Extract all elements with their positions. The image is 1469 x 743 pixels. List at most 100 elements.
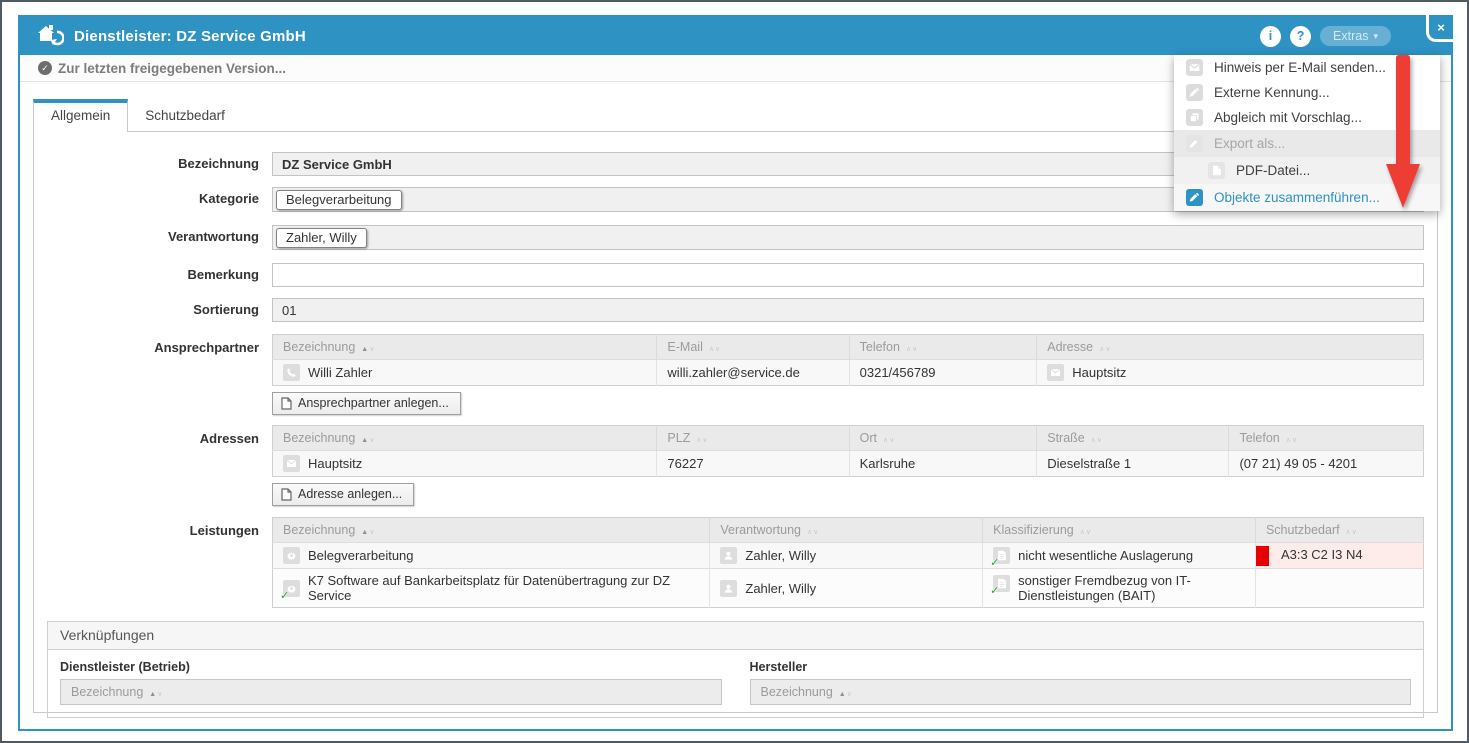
sort-icon: ∧∨ xyxy=(1080,529,1092,536)
chevron-down-icon: ▾ xyxy=(1373,31,1378,42)
col-verantwortung[interactable]: Verantwortung∧∨ xyxy=(710,518,983,543)
extras-dropdown-menu: Hinweis per E-Mail senden... Externe Ken… xyxy=(1174,55,1440,211)
col-ort[interactable]: Ort∧∨ xyxy=(849,426,1037,451)
tab-schutzbedarf[interactable]: Schutzbedarf xyxy=(128,100,242,132)
tab-allgemein[interactable]: Allgemein xyxy=(33,99,128,132)
sort-icon: ∧∨ xyxy=(1286,437,1298,444)
new-document-icon xyxy=(281,488,292,501)
classification-doc-icon: ✓ xyxy=(993,575,1010,592)
col-email[interactable]: E-Mail∧∨ xyxy=(657,335,849,360)
cell-schutzbedarf xyxy=(1255,569,1423,608)
menu-item-hinweis-email[interactable]: Hinweis per E-Mail senden... xyxy=(1174,55,1440,80)
sort-icon: ∧∨ xyxy=(1346,529,1358,536)
dienstleister-betrieb-label: Dienstleister (Betrieb) xyxy=(60,660,722,674)
sort-asc-icon: ▲∨ xyxy=(839,691,853,698)
pdf-icon xyxy=(1208,162,1225,179)
leistungen-label: Leistungen xyxy=(47,517,272,538)
cell-bezeichnung: K7 Software auf Bankarbeitsplatz für Dat… xyxy=(308,573,699,603)
adresse-anlegen-button[interactable]: Adresse anlegen... xyxy=(272,483,414,506)
sort-icon: ∧∨ xyxy=(1091,437,1103,444)
last-released-version-link[interactable]: Zur letzten freigegebenen Version... xyxy=(58,61,286,76)
table-row[interactable]: Belegverarbeitung Zahler, Willy ✓nicht w… xyxy=(273,543,1424,569)
col-telefon[interactable]: Telefon∧∨ xyxy=(849,335,1037,360)
dienstleister-betrieb-table-header[interactable]: Bezeichnung▲∨ xyxy=(60,679,722,705)
service-gear-icon xyxy=(283,547,300,564)
col-klassifizierung[interactable]: Klassifizierung∧∨ xyxy=(983,518,1256,543)
help-button[interactable]: ? xyxy=(1290,26,1311,47)
tab-content-panel: Bezeichnung Kategorie Belegverarbeitung … xyxy=(33,131,1438,713)
sort-asc-icon: ▲∨ xyxy=(361,529,375,536)
verknuepfungen-section: Verknüpfungen Dienstleister (Betrieb) Be… xyxy=(47,621,1424,718)
cell-verantwortung: Zahler, Willy xyxy=(745,581,816,596)
kategorie-label: Kategorie xyxy=(47,187,272,206)
adressen-label: Adressen xyxy=(47,425,272,446)
merge-edit-icon xyxy=(1186,189,1203,206)
close-icon: × xyxy=(1437,20,1445,35)
hersteller-table-header[interactable]: Bezeichnung▲∨ xyxy=(750,679,1412,705)
col-schutzbedarf[interactable]: Schutzbedarf∧∨ xyxy=(1255,518,1423,543)
copy-icon xyxy=(1186,109,1203,126)
new-document-icon xyxy=(281,397,292,410)
menu-item-externe-kennung[interactable]: Externe Kennung... xyxy=(1174,80,1440,105)
sort-asc-icon: ▲∨ xyxy=(149,691,163,698)
version-check-icon: ✓ xyxy=(38,61,52,75)
close-button[interactable]: × xyxy=(1426,15,1453,42)
cell-telefon: 0321/456789 xyxy=(849,360,1037,386)
cell-ort: Karlsruhe xyxy=(849,451,1037,477)
cell-bezeichnung: Belegverarbeitung xyxy=(308,548,414,563)
verknuepfungen-title: Verknüpfungen xyxy=(48,622,1423,650)
cell-strasse: Dieselstraße 1 xyxy=(1037,451,1229,477)
bezeichnung-label: Bezeichnung xyxy=(47,152,272,171)
table-row[interactable]: ✓ K7 Software auf Bankarbeitsplatz für Da… xyxy=(273,569,1424,608)
classification-doc-icon: ✓ xyxy=(993,547,1010,564)
sort-icon: ∧∨ xyxy=(906,346,918,353)
cell-email: willi.zahler@service.de xyxy=(657,360,849,386)
col-telefon[interactable]: Telefon∧∨ xyxy=(1229,426,1424,451)
table-row[interactable]: Willi Zahler willi.zahler@service.de 032… xyxy=(273,360,1424,386)
sort-icon: ∧∨ xyxy=(709,346,721,353)
title-bar: Dienstleister: DZ Service GmbH i ? Extra… xyxy=(20,17,1451,55)
sort-icon: ∧∨ xyxy=(883,437,895,444)
cell-telefon: (07 21) 49 05 - 4201 xyxy=(1229,451,1424,477)
ansprechpartner-anlegen-button[interactable]: Ansprechpartner anlegen... xyxy=(272,392,461,415)
cell-klassifizierung: sonstiger Fremdbezug von IT-Dienstleistu… xyxy=(1018,573,1245,603)
col-plz[interactable]: PLZ∧∨ xyxy=(657,426,849,451)
envelope-icon xyxy=(1186,59,1203,76)
bemerkung-label: Bemerkung xyxy=(47,263,272,282)
verantwortung-field[interactable]: Zahler, Willy xyxy=(272,225,1424,250)
menu-item-export-als[interactable]: Export als... xyxy=(1174,130,1440,157)
hersteller-label: Hersteller xyxy=(750,660,1412,674)
adressen-table: Bezeichnung▲∨ PLZ∧∨ Ort∧∨ Straße∧∨ Telef… xyxy=(272,425,1424,477)
verantwortung-label: Verantwortung xyxy=(47,225,272,244)
check-badge-icon: ✓ xyxy=(990,556,999,569)
table-row[interactable]: Hauptsitz 76227 Karlsruhe Dieselstraße 1… xyxy=(273,451,1424,477)
cell-plz: 76227 xyxy=(657,451,849,477)
address-icon xyxy=(283,455,300,472)
col-bezeichnung[interactable]: Bezeichnung▲∨ xyxy=(273,335,657,360)
person-icon xyxy=(720,547,737,564)
col-strasse[interactable]: Straße∧∨ xyxy=(1037,426,1229,451)
cell-bezeichnung: Hauptsitz xyxy=(308,456,362,471)
bemerkung-field[interactable] xyxy=(272,263,1424,287)
verantwortung-chip[interactable]: Zahler, Willy xyxy=(276,228,367,248)
sortierung-label: Sortierung xyxy=(47,298,272,317)
extras-label: Extras xyxy=(1333,29,1368,43)
window-title: Dienstleister: DZ Service GmbH xyxy=(74,28,1260,45)
address-icon xyxy=(1047,364,1064,381)
export-icon xyxy=(1186,135,1203,152)
screenshot-frame: Dienstleister: DZ Service GmbH i ? Extra… xyxy=(0,0,1469,743)
cell-bezeichnung: Willi Zahler xyxy=(308,365,372,380)
col-bezeichnung[interactable]: Bezeichnung▲∨ xyxy=(273,426,657,451)
info-button[interactable]: i xyxy=(1260,26,1281,47)
kategorie-chip[interactable]: Belegverarbeitung xyxy=(276,190,402,210)
menu-item-pdf-datei[interactable]: PDF-Datei... xyxy=(1174,157,1440,184)
col-adresse[interactable]: Adresse∧∨ xyxy=(1037,335,1424,360)
sort-asc-icon: ▲∨ xyxy=(361,346,375,353)
extras-button[interactable]: Extras ▾ xyxy=(1320,26,1391,46)
service-provider-home-icon xyxy=(38,25,64,47)
col-bezeichnung[interactable]: Bezeichnung▲∨ xyxy=(273,518,710,543)
menu-item-objekte-zusammenfuehren[interactable]: Objekte zusammenführen... xyxy=(1174,184,1440,211)
sort-asc-icon: ▲∨ xyxy=(361,437,375,444)
sortierung-field[interactable] xyxy=(272,298,1424,322)
menu-item-abgleich-vorschlag[interactable]: Abgleich mit Vorschlag... xyxy=(1174,105,1440,130)
